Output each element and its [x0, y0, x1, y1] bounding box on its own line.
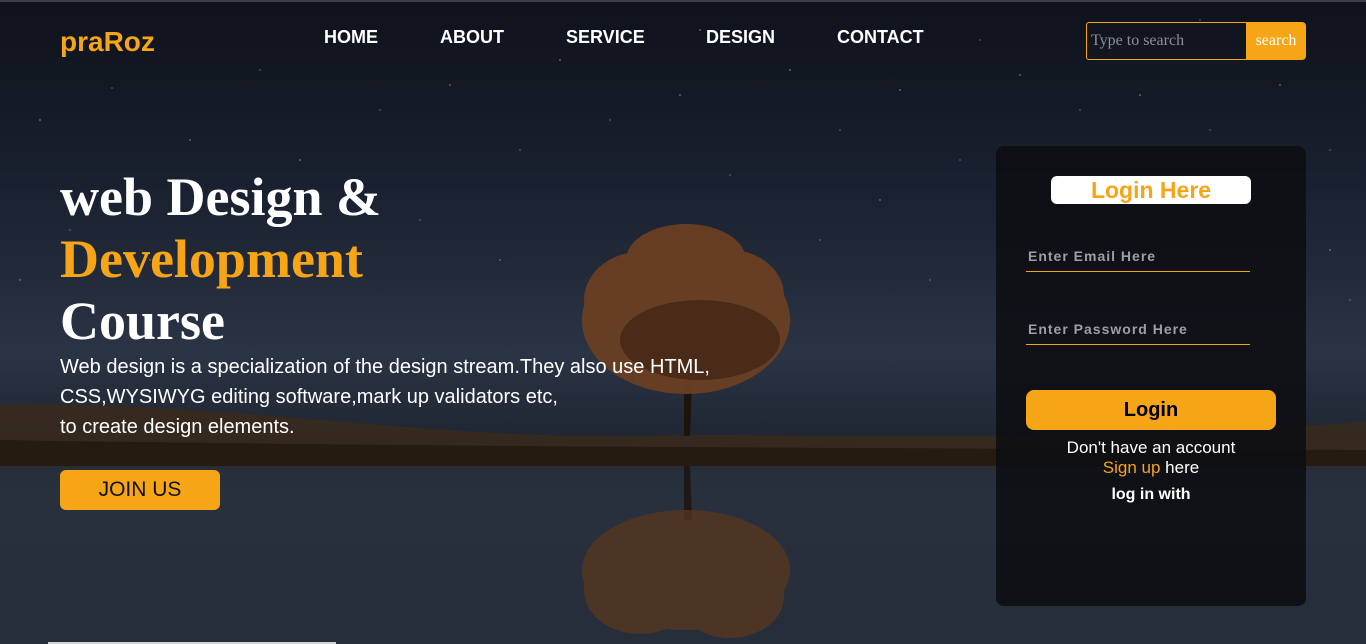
nav-home[interactable]: HOME [324, 27, 378, 48]
hero-description: Web design is a specialization of the de… [60, 352, 760, 442]
signup-suffix: here [1160, 458, 1200, 477]
password-field[interactable] [1026, 313, 1250, 345]
signup-link[interactable]: Sign up [1103, 458, 1161, 477]
hero-description-line2: CSS,WYSIWYG editing software,mark up val… [60, 386, 558, 408]
landing-page: praRoz HOME ABOUT SERVICE DESIGN CONTACT… [0, 0, 1366, 644]
hero-title-line1: web Design & [60, 167, 381, 227]
login-button[interactable]: Login [1026, 390, 1276, 430]
hero-description-line1: Web design is a specialization of the de… [60, 356, 710, 378]
nav-contact[interactable]: CONTACT [837, 27, 924, 48]
login-title: Login Here [1051, 176, 1251, 204]
hero-title-line2: Development [60, 229, 363, 289]
search-input[interactable] [1086, 22, 1246, 60]
login-with-text: log in with [1111, 486, 1191, 503]
hero-description-line3: to create design elements. [60, 416, 295, 438]
hero-title: web Design & Development Course [60, 166, 381, 352]
hero-title-line3: Course [60, 291, 225, 351]
no-account-text: Don't have an account [1066, 438, 1236, 457]
signup-prompt: Don't have an account Sign up here [996, 438, 1306, 478]
email-field[interactable] [1026, 240, 1250, 272]
nav-design[interactable]: DESIGN [706, 27, 775, 48]
login-card: Login Here Login Don't have an account S… [996, 146, 1306, 606]
join-us-button[interactable]: JOIN US [60, 470, 220, 510]
brand-logo[interactable]: praRoz [60, 26, 155, 58]
search-bar: search [1086, 22, 1306, 60]
search-button[interactable]: search [1246, 22, 1306, 60]
nav-about[interactable]: ABOUT [440, 27, 504, 48]
nav-service[interactable]: SERVICE [566, 27, 645, 48]
